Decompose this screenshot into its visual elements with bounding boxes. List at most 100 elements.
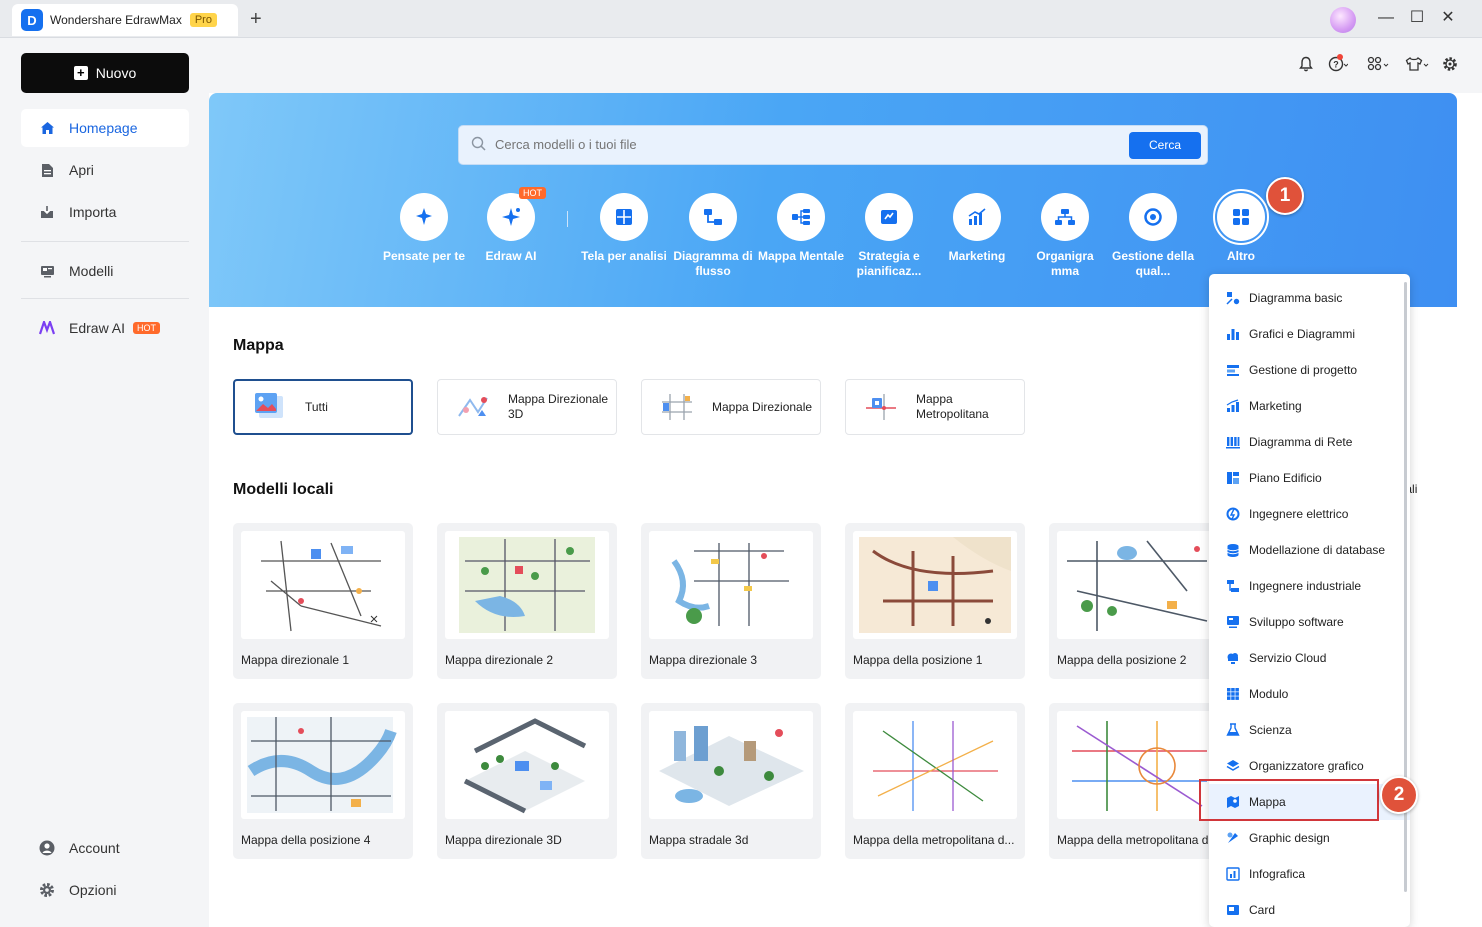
category-label: Tela per analisi — [581, 249, 667, 263]
sidebar-item-label: Opzioni — [69, 882, 117, 898]
maximize-button[interactable]: ☐ — [1407, 8, 1427, 28]
step-marker-1: 1 — [1266, 177, 1304, 215]
cloud-icon — [1225, 651, 1240, 666]
menu-item-sviluppo-software[interactable]: Sviluppo software — [1209, 604, 1410, 640]
template-card[interactable]: Mappa della posizione 4 — [233, 703, 413, 859]
new-button[interactable]: + Nuovo — [21, 53, 189, 93]
menu-item-diagramma-rete[interactable]: Diagramma di Rete — [1209, 424, 1410, 460]
category-marketing[interactable]: Marketing — [933, 193, 1021, 264]
sidebar-item-apri[interactable]: Apri — [21, 151, 189, 189]
category-tela-per-analisi[interactable]: Tela per analisi — [580, 193, 668, 264]
account-icon — [39, 840, 55, 856]
menu-item-card[interactable]: Card — [1209, 892, 1410, 927]
template-card[interactable]: Mappa direzionale 2 — [437, 523, 617, 679]
step-marker-2: 2 — [1380, 776, 1418, 814]
category-label: Altro — [1227, 249, 1255, 263]
category-pensate-per-te[interactable]: Pensate per te — [380, 193, 468, 264]
search-button[interactable]: Cerca — [1129, 132, 1201, 159]
menu-item-label: Card — [1249, 903, 1276, 917]
menu-item-label: Ingegnere elettrico — [1249, 507, 1349, 521]
sidebar-item-opzioni[interactable]: Opzioni — [21, 871, 189, 909]
notification-dot — [1337, 54, 1343, 60]
sidebar-item-modelli[interactable]: Modelli — [21, 252, 189, 290]
template-card[interactable]: Mappa della metropolitana d... — [845, 703, 1025, 859]
menu-item-diagramma-basic[interactable]: Diagramma basic — [1209, 280, 1410, 316]
filter-mappa-direzionale[interactable]: Mappa Direzionale — [641, 379, 821, 435]
new-tab-button[interactable]: + — [250, 9, 262, 29]
card-icon — [1225, 903, 1240, 918]
category-divider — [567, 211, 568, 227]
menu-item-ingegnere-industriale[interactable]: Ingegnere industriale — [1209, 568, 1410, 604]
template-thumbnail — [649, 531, 813, 639]
templates-icon — [39, 263, 55, 279]
apps-icon[interactable] — [1367, 56, 1389, 76]
filter-mappa-metropolitana[interactable]: Mappa Metropolitana — [845, 379, 1025, 435]
top-toolbar: ? — [209, 38, 1482, 93]
filter-mappa-direzionale-3d[interactable]: Mappa Direzionale 3D — [437, 379, 617, 435]
template-label: Mappa della posizione 1 — [853, 653, 983, 667]
sparkle-icon — [400, 193, 448, 241]
menu-item-servizio-cloud[interactable]: Servizio Cloud — [1209, 640, 1410, 676]
sidebar-item-label: Apri — [69, 162, 94, 178]
avatar[interactable] — [1330, 7, 1356, 33]
menu-item-piano-edificio[interactable]: Piano Edificio — [1209, 460, 1410, 496]
sidebar-item-homepage[interactable]: Homepage — [21, 109, 189, 147]
network-icon — [1225, 435, 1240, 450]
menu-item-scienza[interactable]: Scienza — [1209, 712, 1410, 748]
template-thumbnail — [241, 711, 405, 819]
menu-item-label: Ingegnere industriale — [1249, 579, 1362, 593]
category-mappa-mentale[interactable]: Mappa Mentale — [757, 193, 845, 264]
settings-gear-icon[interactable] — [1439, 56, 1461, 76]
template-card[interactable]: Mappa direzionale 3 — [641, 523, 821, 679]
shirt-icon[interactable] — [1405, 56, 1429, 76]
template-thumbnail — [241, 531, 405, 639]
category-edraw-ai[interactable]: Edraw AI HOT — [467, 187, 555, 264]
template-thumbnail — [853, 531, 1017, 639]
category-label: Marketing — [948, 249, 1006, 263]
category-strategia[interactable]: Strategia e pianificaz... — [845, 193, 933, 279]
software-icon — [1225, 615, 1240, 630]
new-button-label: Nuovo — [95, 65, 137, 81]
bell-icon[interactable] — [1295, 56, 1317, 76]
category-diagramma-di-flusso[interactable]: Diagramma di flusso — [669, 193, 757, 279]
menu-item-database[interactable]: Modellazione di database — [1209, 532, 1410, 568]
filter-tutti[interactable]: Tutti — [233, 379, 413, 435]
app-tab[interactable]: D Wondershare EdrawMax Pro — [12, 4, 238, 36]
menu-item-marketing[interactable]: Marketing — [1209, 388, 1410, 424]
section-title-modelli-locali: Modelli locali — [233, 481, 334, 498]
basic-diagram-icon — [1225, 291, 1240, 306]
orgchart-icon — [1041, 193, 1089, 241]
menu-item-modulo[interactable]: Modulo — [1209, 676, 1410, 712]
close-button[interactable]: ✕ — [1438, 8, 1458, 28]
template-card[interactable]: Mappa direzionale 3D — [437, 703, 617, 859]
menu-item-grafici[interactable]: Grafici e Diagrammi — [1209, 316, 1410, 352]
menu-item-gestione-progetto[interactable]: Gestione di progetto — [1209, 352, 1410, 388]
category-label: Diagramma di flusso — [673, 249, 753, 278]
help-icon[interactable]: ? — [1327, 54, 1349, 76]
menu-item-ingegnere-elettrico[interactable]: Ingegnere elettrico — [1209, 496, 1410, 532]
category-organigramma[interactable]: Organigra mma — [1021, 193, 1109, 279]
menu-item-infografica[interactable]: Infografica — [1209, 856, 1410, 892]
template-label: Mappa della posizione 4 — [241, 833, 371, 847]
sidebar-item-edraw-ai[interactable]: Edraw AI HOT — [21, 309, 189, 347]
template-label: Mappa della metropolitana d... — [853, 833, 1015, 847]
mindmap-icon — [777, 193, 825, 241]
marketing-chart-icon — [953, 193, 1001, 241]
sidebar-item-account[interactable]: Account — [21, 829, 189, 867]
infographic-icon — [1225, 867, 1240, 882]
sidebar-item-importa[interactable]: Importa — [21, 193, 189, 231]
science-icon — [1225, 723, 1240, 738]
template-thumbnail — [1057, 711, 1221, 819]
minimize-button[interactable]: — — [1376, 8, 1396, 28]
category-gestione-qualita[interactable]: Gestione della qual... — [1109, 193, 1197, 279]
template-card[interactable]: Mappa stradale 3d — [641, 703, 821, 859]
database-icon — [1225, 543, 1240, 558]
template-card[interactable]: Mappa della posizione 2 — [1049, 523, 1229, 679]
template-thumbnail — [445, 531, 609, 639]
search-input[interactable] — [495, 137, 1095, 152]
template-card[interactable]: Mappa della posizione 1 — [845, 523, 1025, 679]
template-card[interactable]: Mappa direzionale 1 — [233, 523, 413, 679]
menu-item-graphic-design[interactable]: Graphic design — [1209, 820, 1410, 856]
industrial-icon — [1225, 579, 1240, 594]
category-label: Edraw AI — [485, 249, 537, 263]
